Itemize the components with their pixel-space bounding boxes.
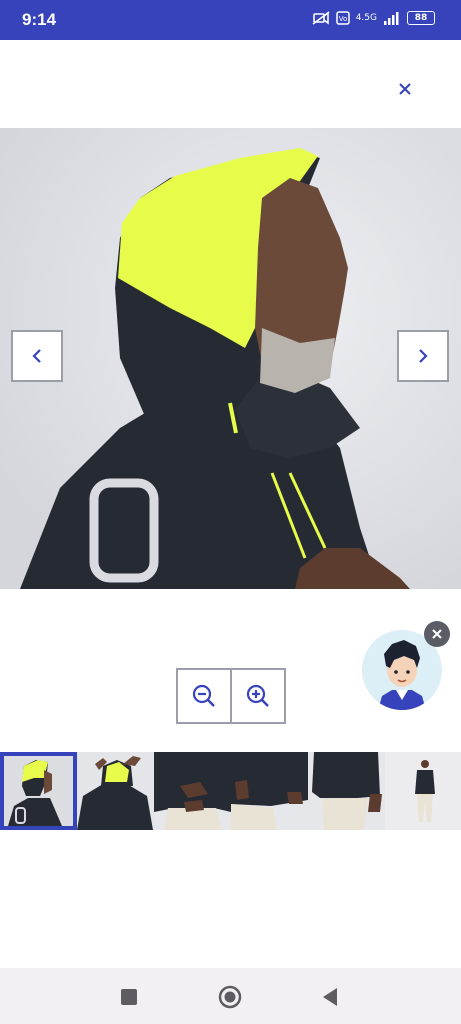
next-image-button[interactable]	[397, 330, 449, 382]
thumbnail-image	[385, 752, 461, 830]
status-icons: Vo 4.5G 88	[312, 10, 435, 26]
circle-icon	[218, 985, 242, 1009]
status-bar: 9:14 Vo 4.5G 88	[0, 0, 461, 40]
mute-icon	[312, 11, 330, 25]
thumbnail-5[interactable]	[308, 752, 385, 830]
close-icon	[432, 629, 442, 639]
battery-icon: 88	[407, 11, 435, 25]
square-icon	[121, 989, 137, 1005]
previous-image-button[interactable]	[11, 330, 63, 382]
zoom-out-button[interactable]	[178, 670, 230, 722]
chevron-left-icon	[32, 349, 41, 363]
thumbnail-image	[308, 752, 385, 830]
zoom-in-button[interactable]	[230, 670, 284, 722]
thumbnail-image	[154, 752, 231, 830]
product-photo	[0, 128, 461, 589]
thumbnail-6[interactable]	[385, 752, 461, 830]
recents-button[interactable]	[114, 982, 144, 1012]
thumbnail-4[interactable]	[231, 752, 308, 830]
thumbnail-image	[77, 752, 154, 830]
close-button[interactable]	[392, 76, 418, 102]
volte-icon: Vo	[335, 11, 350, 25]
svg-text:Vo: Vo	[338, 15, 347, 23]
zoom-in-icon	[246, 684, 269, 707]
zoom-controls	[176, 668, 286, 724]
thumbnail-3[interactable]	[154, 752, 231, 830]
assistant-close-button[interactable]	[424, 621, 450, 647]
thumbnail-strip	[0, 752, 461, 832]
thumbnail-2[interactable]	[77, 752, 154, 830]
close-icon	[399, 83, 411, 95]
thumbnail-image	[231, 752, 308, 830]
back-button[interactable]	[315, 982, 345, 1012]
status-time: 9:14	[22, 10, 57, 29]
product-image[interactable]	[0, 128, 461, 589]
zoom-out-icon	[192, 684, 215, 707]
network-type: 4.5G	[355, 13, 377, 23]
thumbnail-1[interactable]	[0, 752, 77, 830]
triangle-back-icon	[323, 988, 337, 1006]
system-navigation-bar	[0, 968, 461, 1024]
signal-icon	[384, 12, 399, 25]
home-button[interactable]	[215, 982, 245, 1012]
thumbnail-image	[4, 756, 73, 826]
chevron-right-icon	[419, 349, 428, 363]
